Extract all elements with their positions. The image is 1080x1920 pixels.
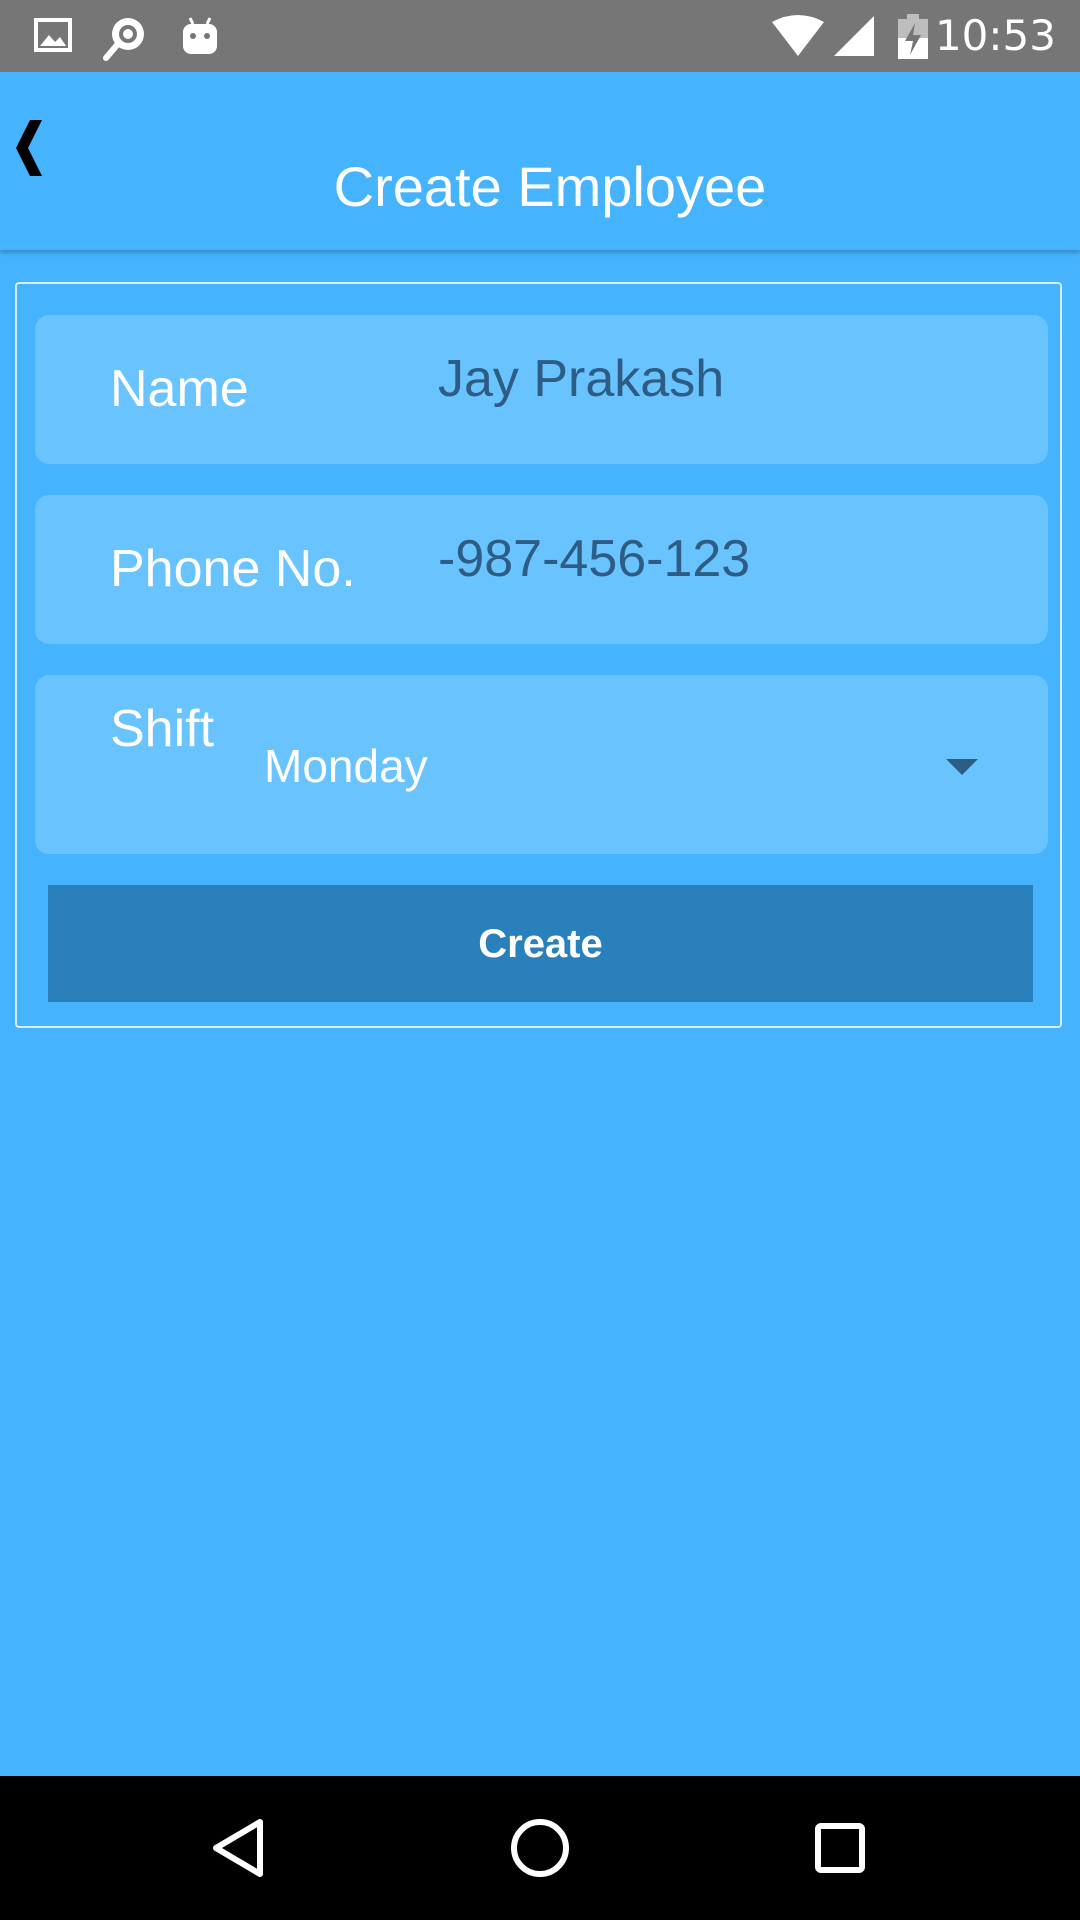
home-circle-icon[interactable] xyxy=(508,1816,572,1880)
name-label: Name xyxy=(110,360,249,418)
search-bubble-icon xyxy=(100,14,144,61)
back-triangle-icon[interactable] xyxy=(208,1816,272,1880)
app-header: Create Employee xyxy=(0,72,1080,250)
page-title: Create Employee xyxy=(333,155,767,218)
employee-form-card: Name Phone No. Shift Monday Create xyxy=(15,282,1062,1028)
shift-field-row: Shift Monday xyxy=(35,675,1048,854)
chevron-down-icon xyxy=(946,759,978,775)
wifi-icon xyxy=(770,14,826,58)
shift-selected-value: Monday xyxy=(264,740,428,792)
name-input[interactable] xyxy=(438,349,1028,409)
shift-label: Shift xyxy=(110,700,215,758)
signal-icon xyxy=(832,14,876,58)
recents-square-icon[interactable] xyxy=(808,1816,872,1880)
shift-select[interactable]: Monday xyxy=(235,725,1048,805)
create-button[interactable]: Create xyxy=(48,885,1033,1002)
image-icon xyxy=(32,14,76,58)
phone-label: Phone No. xyxy=(110,540,356,598)
navigation-bar xyxy=(0,1776,1080,1920)
status-time: 10:53 xyxy=(934,11,1056,60)
name-field-row: Name xyxy=(35,315,1048,464)
battery-charging-icon xyxy=(896,14,930,59)
phone-input[interactable] xyxy=(438,529,1028,589)
status-bar: 10:53 xyxy=(0,0,1080,72)
android-icon xyxy=(178,14,222,58)
phone-field-row: Phone No. xyxy=(35,495,1048,644)
